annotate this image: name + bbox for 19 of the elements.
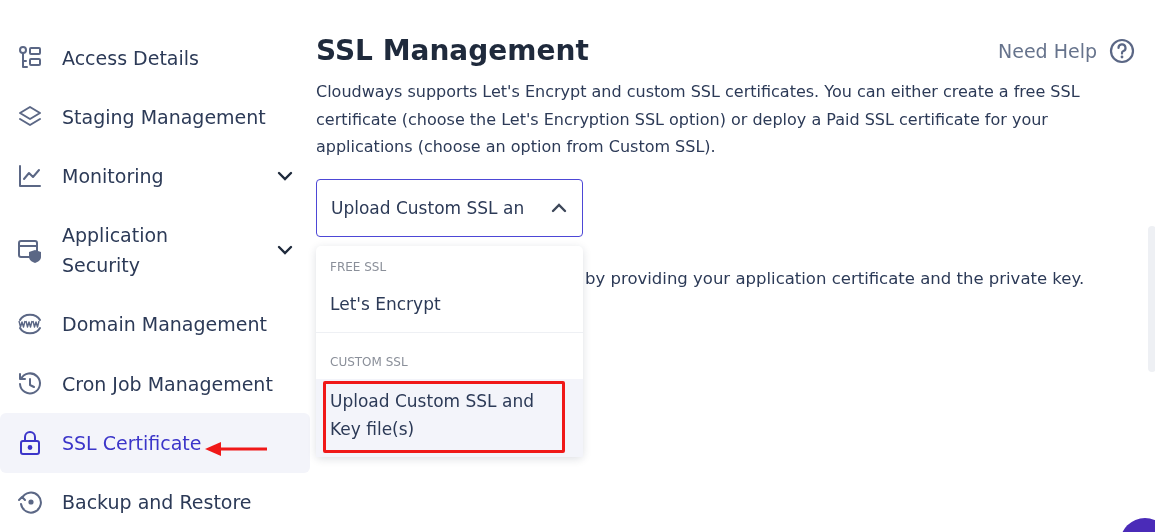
group-heading: CUSTOM SSL: [329, 354, 409, 371]
dropdown-option[interactable]: Let's Encrypt: [316, 284, 583, 332]
sidebar-item[interactable]: Cron Job Management: [0, 354, 310, 414]
sidebar-item[interactable]: SSL Certificate: [0, 413, 310, 473]
annotation-arrow: [205, 442, 267, 456]
group-heading: FREE SSL: [329, 259, 388, 276]
sidebar-item[interactable]: Backup and Restore: [0, 472, 310, 532]
sidebar-item[interactable]: Access Details: [0, 28, 310, 88]
dropdown-option[interactable]: Upload Custom SSL and Key file(s): [316, 379, 583, 457]
ssl-type-select[interactable]: Upload Custom SSL an: [316, 178, 583, 237]
sidebar-item[interactable]: Application Security: [0, 205, 310, 295]
instruction-text: by providing your application certificate and the private key.: [584, 268, 1086, 288]
description-text: Cloudways supports Let's Encrypt and custom SSL certificates. You can either create a free SSL certificate (choose the Let's Encryption SSL option) or deploy a Paid SSL certificate for your applications (choose an option from Custom SSL).: [316, 81, 1081, 158]
help-icon: [1109, 38, 1135, 64]
sidebar-item[interactable]: Domain Management: [0, 294, 310, 355]
sidebar-item[interactable]: Staging Management: [0, 87, 310, 147]
sidebar-item[interactable]: Monitoring: [0, 146, 310, 206]
help-link[interactable]: Need Help: [998, 38, 1135, 64]
page-title: SSL Management: [316, 34, 589, 68]
